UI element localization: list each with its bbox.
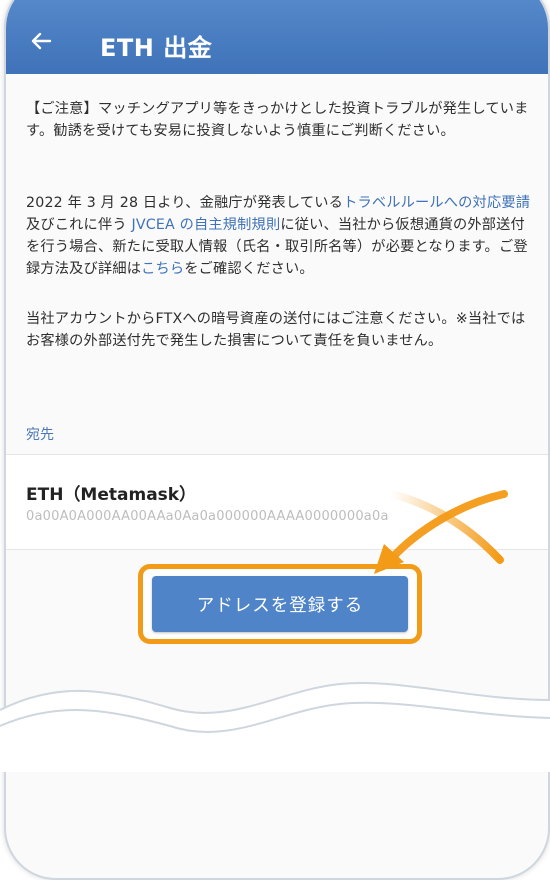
travel-rule-notice: 2022 年 3 月 28 日より、金融庁が発表しているトラベルルールへの対応要… xyxy=(26,192,538,280)
destination-section-label: 宛先 xyxy=(26,427,54,443)
travel-rule-text-1: 2022 年 3 月 28 日より、金融庁が発表している xyxy=(26,195,344,211)
jvcea-rule-link[interactable]: JVCEA の自主規制規則 xyxy=(131,217,280,233)
app-header: ETH 出金 xyxy=(6,0,548,74)
caution-notice: 【ご注意】マッチングアプリ等をきっかけとした投資トラブルが発生しています。勧誘を… xyxy=(26,101,529,139)
details-link[interactable]: こちら xyxy=(141,261,184,277)
arrow-left-icon[interactable] xyxy=(30,30,52,52)
register-address-button[interactable]: アドレスを登録する xyxy=(152,576,408,632)
travel-rule-text-2: 及びこれに伴う xyxy=(26,217,132,233)
travel-rule-link[interactable]: トラベルルールへの対応要請 xyxy=(343,195,530,211)
torn-edge xyxy=(0,681,550,772)
address-value: 0a00A0A000AA00AAa0Aa0a000000AAAA0000000a… xyxy=(26,509,389,524)
address-name: ETH（Metamask） xyxy=(26,485,197,505)
ftx-notice: 当社アカウントからFTXへの暗号資産の送付にはご注意ください。※当社ではお客様の… xyxy=(26,311,526,349)
page-title: ETH 出金 xyxy=(100,34,213,62)
divider xyxy=(6,549,548,550)
travel-rule-text-4: をご確認ください。 xyxy=(184,261,314,277)
